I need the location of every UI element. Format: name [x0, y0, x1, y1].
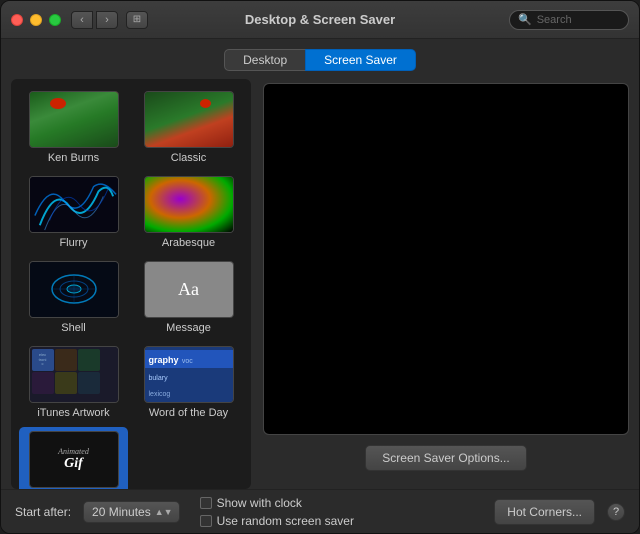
- saver-item-itunes-artwork[interactable]: electronic iTunes Artwork: [19, 342, 128, 421]
- maximize-button[interactable]: [49, 14, 61, 26]
- close-button[interactable]: [11, 14, 23, 26]
- saver-label-word-of-day: Word of the Day: [149, 407, 228, 419]
- saver-thumb-ken-burns: [29, 91, 119, 148]
- titlebar: ‹ › ⊞ Desktop & Screen Saver 🔍 Search: [1, 1, 639, 39]
- duration-dropdown[interactable]: 20 Minutes ▲▼: [83, 501, 180, 523]
- hot-corners-button[interactable]: Hot Corners...: [494, 499, 595, 525]
- saver-list: Ken Burns Classic: [11, 79, 251, 489]
- preview-area: [263, 83, 629, 435]
- show-clock-row: Show with clock: [200, 496, 483, 510]
- saver-label-flurry: Flurry: [59, 237, 87, 249]
- tab-desktop[interactable]: Desktop: [224, 49, 306, 71]
- saver-label-message: Message: [166, 322, 211, 334]
- minimize-button[interactable]: [30, 14, 42, 26]
- saver-label-arabesque: Arabesque: [162, 237, 215, 249]
- saver-item-animatedgif[interactable]: Animated Gif AnimatedGif: [19, 427, 128, 489]
- search-box[interactable]: 🔍 Search: [509, 10, 629, 30]
- forward-button[interactable]: ›: [96, 11, 118, 29]
- saver-thumb-word-of-day: graphy voc bulary lexicog: [144, 346, 234, 403]
- show-clock-label: Show with clock: [217, 496, 302, 510]
- search-placeholder: Search: [537, 14, 572, 26]
- duration-value: 20 Minutes: [92, 505, 151, 519]
- saver-item-word-of-day[interactable]: graphy voc bulary lexicog Word of the Da…: [134, 342, 243, 421]
- main-content: Ken Burns Classic: [1, 79, 639, 489]
- saver-label-shell: Shell: [61, 322, 85, 334]
- traffic-lights: [11, 14, 61, 26]
- bottom-bar: Start after: 20 Minutes ▲▼ Show with clo…: [1, 489, 639, 533]
- saver-thumb-arabesque: [144, 176, 234, 233]
- start-after-label: Start after:: [15, 505, 71, 519]
- random-saver-row: Use random screen saver: [200, 514, 483, 528]
- screen-saver-options-button[interactable]: Screen Saver Options...: [365, 445, 526, 471]
- nav-buttons: ‹ ›: [71, 11, 118, 29]
- saver-thumb-itunes-artwork: electronic: [29, 346, 119, 403]
- saver-label-itunes-artwork: iTunes Artwork: [37, 407, 109, 419]
- dropdown-arrow-icon: ▲▼: [155, 507, 173, 517]
- saver-label-classic: Classic: [171, 152, 206, 164]
- saver-thumb-message: Aa: [144, 261, 234, 318]
- tabs-container: Desktop Screen Saver: [1, 39, 639, 79]
- saver-item-message[interactable]: Aa Message: [134, 257, 243, 336]
- checkboxes: Show with clock Use random screen saver: [200, 496, 483, 528]
- saver-item-arabesque[interactable]: Arabesque: [134, 172, 243, 251]
- tab-screensaver[interactable]: Screen Saver: [305, 49, 416, 71]
- saver-label-ken-burns: Ken Burns: [48, 152, 99, 164]
- saver-thumb-animatedgif: Animated Gif: [29, 431, 119, 488]
- search-icon: 🔍: [518, 13, 532, 26]
- window-title: Desktop & Screen Saver: [245, 12, 395, 27]
- saver-thumb-flurry: [29, 176, 119, 233]
- help-button[interactable]: ?: [607, 503, 625, 521]
- window: ‹ › ⊞ Desktop & Screen Saver 🔍 Search De…: [0, 0, 640, 534]
- random-saver-label: Use random screen saver: [217, 514, 354, 528]
- saver-item-flurry[interactable]: Flurry: [19, 172, 128, 251]
- saver-item-shell[interactable]: Shell: [19, 257, 128, 336]
- saver-thumb-shell: [29, 261, 119, 318]
- grid-button[interactable]: ⊞: [126, 11, 148, 29]
- saver-thumb-classic: [144, 91, 234, 148]
- saver-item-ken-burns[interactable]: Ken Burns: [19, 87, 128, 166]
- right-panel: Screen Saver Options...: [263, 79, 629, 489]
- back-button[interactable]: ‹: [71, 11, 93, 29]
- random-saver-checkbox[interactable]: [200, 515, 212, 527]
- show-clock-checkbox[interactable]: [200, 497, 212, 509]
- saver-item-classic[interactable]: Classic: [134, 87, 243, 166]
